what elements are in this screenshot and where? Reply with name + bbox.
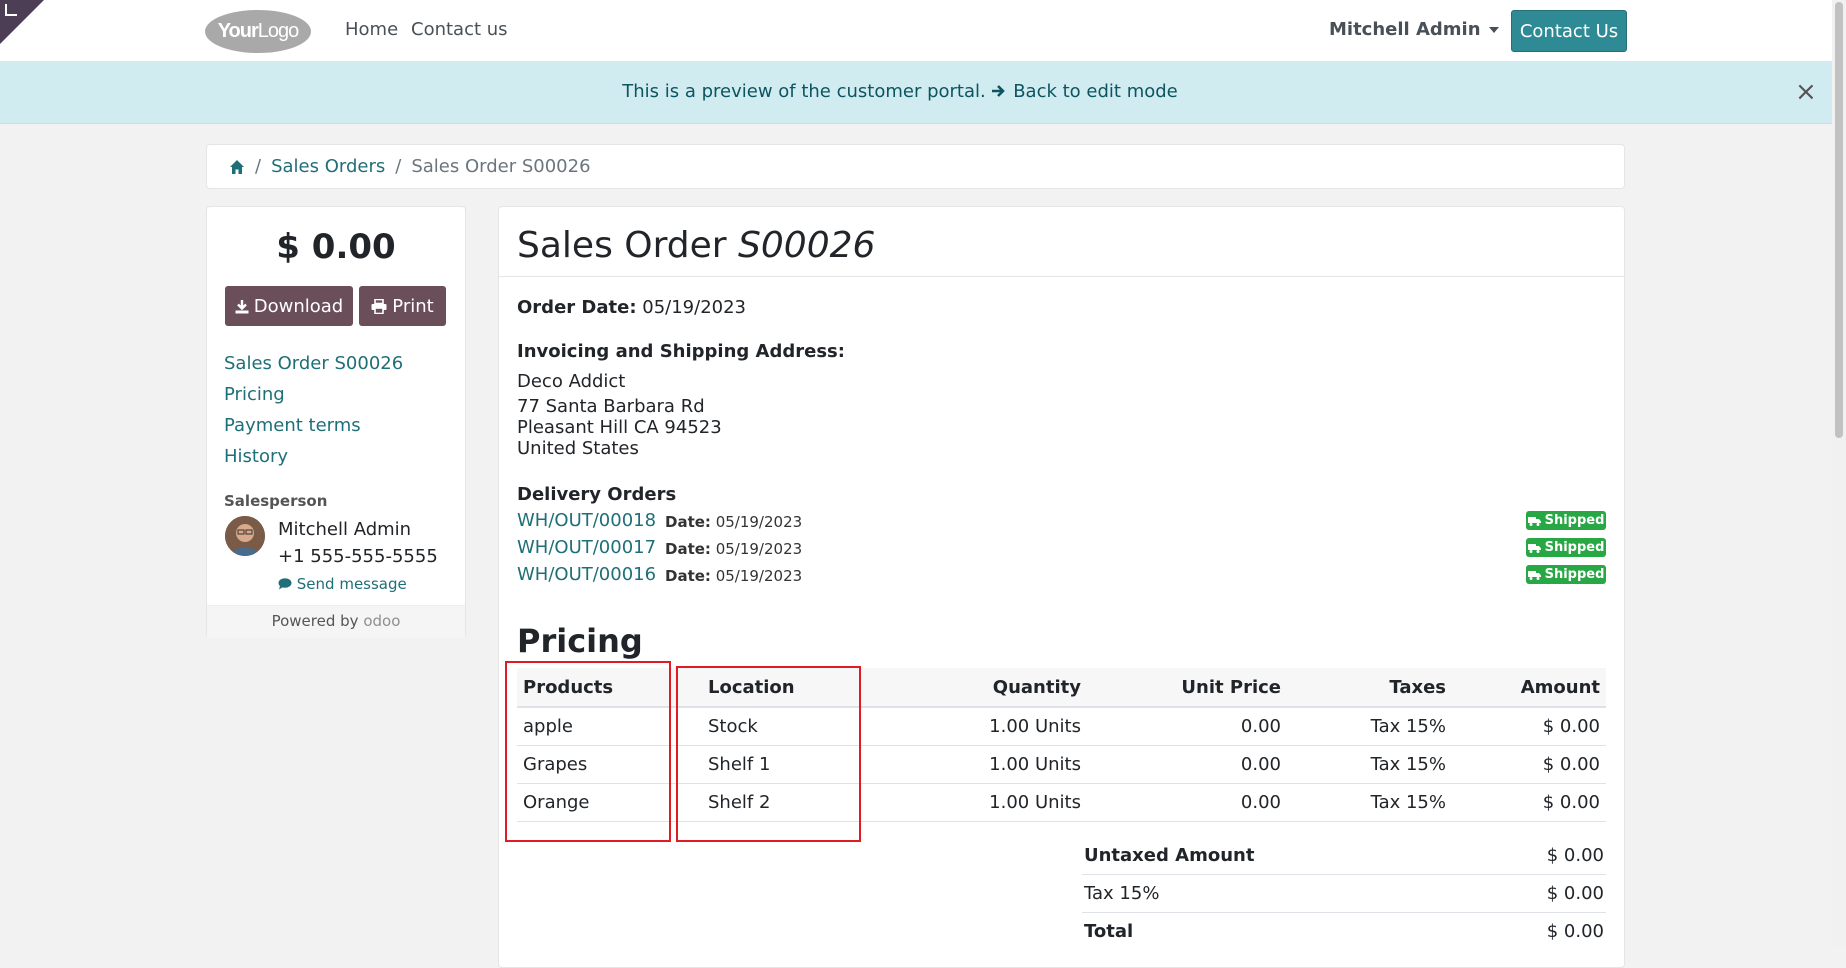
quantity-cell: 1.00 Units bbox=[902, 707, 1087, 746]
breadcrumb-current: Sales Order S00026 bbox=[411, 156, 591, 177]
delivery-order-link[interactable]: WH/OUT/00018 bbox=[517, 510, 656, 531]
chevron-down-icon bbox=[1488, 27, 1499, 33]
taxes-cell: Tax 15% bbox=[1287, 707, 1452, 746]
column-header: Taxes bbox=[1287, 668, 1452, 708]
truck-icon bbox=[1527, 516, 1541, 526]
odoo-logo[interactable]: odoo bbox=[363, 612, 400, 630]
arrow-right-icon bbox=[992, 85, 1006, 97]
user-name: Mitchell Admin bbox=[1329, 19, 1481, 40]
delivery-date: Date: 05/19/2023 bbox=[665, 567, 803, 585]
close-icon[interactable]: × bbox=[1795, 79, 1817, 105]
company-logo[interactable]: Your Logo bbox=[205, 10, 311, 53]
download-icon bbox=[235, 299, 249, 313]
comment-icon bbox=[278, 578, 292, 590]
totals-value: $ 0.00 bbox=[1469, 912, 1606, 950]
corner-arrow-icon bbox=[5, 4, 17, 16]
totals-row: Untaxed Amount $ 0.00 bbox=[1082, 837, 1606, 875]
home-icon[interactable] bbox=[229, 159, 245, 175]
order-number: S00026 bbox=[738, 225, 876, 266]
amount-cell: $ 0.00 bbox=[1452, 783, 1606, 822]
page-title: Sales Order S00026 bbox=[517, 225, 876, 266]
totals-label: Total bbox=[1082, 912, 1470, 950]
sidebar-link-history[interactable]: History bbox=[224, 446, 288, 467]
quantity-cell: 1.00 Units bbox=[902, 783, 1087, 822]
totals-value: $ 0.00 bbox=[1546, 845, 1604, 866]
status-badge: Shipped bbox=[1526, 511, 1606, 530]
column-header: Unit Price bbox=[1087, 668, 1287, 708]
salesperson-label: Salesperson bbox=[224, 492, 328, 510]
delivery-date: Date: 05/19/2023 bbox=[665, 540, 803, 558]
totals-label: Untaxed Amount bbox=[1084, 845, 1255, 866]
order-date: Order Date: 05/19/2023 bbox=[517, 297, 746, 318]
truck-icon bbox=[1527, 543, 1541, 553]
delivery-date: Date: 05/19/2023 bbox=[665, 513, 803, 531]
truck-icon bbox=[1527, 570, 1541, 580]
top-navbar: Your Logo Home Contact us Mitchell Admin … bbox=[0, 0, 1832, 62]
contact-us-button[interactable]: Contact Us bbox=[1511, 10, 1627, 52]
portal-preview-alert: This is a preview of the customer portal… bbox=[0, 62, 1832, 124]
avatar bbox=[225, 516, 265, 556]
taxes-cell: Tax 15% bbox=[1287, 745, 1452, 784]
delivery-order-link[interactable]: WH/OUT/00016 bbox=[517, 564, 656, 585]
order-sidebar: $ 0.00 Download Print Sales Order S00026… bbox=[206, 206, 466, 638]
address-label: Invoicing and Shipping Address: bbox=[517, 341, 845, 362]
breadcrumb: / Sales Orders / Sales Order S00026 bbox=[206, 144, 1625, 189]
delivery-order-link[interactable]: WH/OUT/00017 bbox=[517, 537, 656, 558]
column-header: Quantity bbox=[902, 668, 1087, 708]
user-menu-dropdown[interactable]: Mitchell Admin bbox=[1329, 19, 1499, 40]
print-button[interactable]: Print bbox=[359, 286, 446, 326]
status-badge: Shipped bbox=[1526, 538, 1606, 557]
send-message-link[interactable]: Send message bbox=[278, 575, 407, 593]
salesperson-phone: +1 555-555-5555 bbox=[278, 546, 438, 567]
pricing-heading: Pricing bbox=[517, 622, 643, 660]
amount-cell: $ 0.00 bbox=[1452, 745, 1606, 784]
nav-home-link[interactable]: Home bbox=[345, 19, 398, 40]
page-scrollbar[interactable] bbox=[1832, 0, 1846, 947]
download-button[interactable]: Download bbox=[225, 286, 353, 326]
sidebar-link-pricing[interactable]: Pricing bbox=[224, 384, 285, 405]
print-icon bbox=[371, 298, 387, 314]
taxes-cell: Tax 15% bbox=[1287, 783, 1452, 822]
totals-row: Tax 15% $ 0.00 bbox=[1082, 874, 1606, 913]
highlight-box-products bbox=[505, 661, 671, 842]
address-line: 77 Santa Barbara Rd bbox=[517, 396, 705, 417]
sidebar-link-sales-order[interactable]: Sales Order S00026 bbox=[224, 353, 403, 374]
column-header: Amount bbox=[1452, 668, 1606, 708]
back-to-edit-link[interactable]: Back to edit mode bbox=[991, 81, 1178, 102]
quantity-cell: 1.00 Units bbox=[902, 745, 1087, 784]
sidebar-link-payment-terms[interactable]: Payment terms bbox=[224, 415, 361, 436]
amount-cell: $ 0.00 bbox=[1452, 707, 1606, 746]
totals-table: Untaxed Amount $ 0.00 Tax 15% $ 0.00 Tot… bbox=[1082, 837, 1606, 950]
breadcrumb-sales-orders[interactable]: Sales Orders bbox=[271, 156, 385, 177]
unit-price-cell: 0.00 bbox=[1087, 745, 1287, 784]
highlight-box-location bbox=[676, 666, 861, 842]
order-total-amount: $ 0.00 bbox=[276, 227, 396, 267]
order-main-panel: Sales Order S00026 Order Date: 05/19/202… bbox=[498, 206, 1625, 968]
address-line: United States bbox=[517, 438, 639, 459]
delivery-orders-label: Delivery Orders bbox=[517, 484, 677, 505]
address-line: Pleasant Hill CA 94523 bbox=[517, 417, 722, 438]
powered-by: Powered by odoo bbox=[207, 605, 465, 638]
status-badge: Shipped bbox=[1526, 565, 1606, 584]
divider bbox=[499, 276, 1624, 277]
nav-contact-link[interactable]: Contact us bbox=[411, 19, 508, 40]
totals-value: $ 0.00 bbox=[1469, 874, 1606, 913]
address-name: Deco Addict bbox=[517, 371, 626, 392]
unit-price-cell: 0.00 bbox=[1087, 707, 1287, 746]
totals-label: Tax 15% bbox=[1082, 874, 1470, 913]
scrollbar-thumb[interactable] bbox=[1835, 2, 1843, 438]
salesperson-name: Mitchell Admin bbox=[278, 519, 412, 540]
totals-row: Total $ 0.00 bbox=[1082, 912, 1606, 950]
unit-price-cell: 0.00 bbox=[1087, 783, 1287, 822]
preview-message: This is a preview of the customer portal… bbox=[622, 81, 986, 102]
